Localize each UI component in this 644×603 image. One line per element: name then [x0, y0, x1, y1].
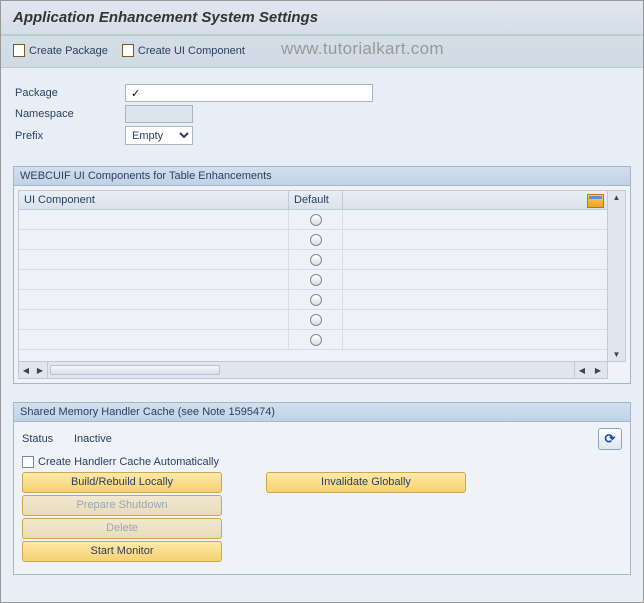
- table-panel-title: WEBCUIF UI Components for Table Enhancem…: [14, 167, 630, 186]
- scroll-up-icon[interactable]: ▲: [613, 193, 621, 202]
- prepare-shutdown-button: Prepare Shutdown: [22, 495, 222, 516]
- prefix-label: Prefix: [15, 130, 125, 142]
- namespace-input[interactable]: [125, 105, 193, 123]
- cache-panel: Shared Memory Handler Cache (see Note 15…: [13, 402, 631, 575]
- auto-cache-checkbox[interactable]: [22, 456, 34, 468]
- refresh-button[interactable]: ⟳: [598, 428, 622, 450]
- radio-icon[interactable]: [310, 214, 322, 226]
- refresh-icon: ⟳: [605, 431, 616, 447]
- scroll-down-icon[interactable]: ▼: [613, 350, 621, 359]
- table-row[interactable]: [19, 330, 607, 350]
- check-icon: ✓: [131, 87, 140, 100]
- delete-button: Delete: [22, 518, 222, 539]
- header: Application Enhancement System Settings: [1, 1, 643, 36]
- form-section: Package ✓ Namespace Prefix Empty: [1, 68, 643, 156]
- auto-cache-label: Create Handlerr Cache Automatically: [38, 456, 219, 468]
- package-input[interactable]: ✓: [125, 84, 373, 102]
- radio-icon[interactable]: [310, 294, 322, 306]
- horizontal-scrollbar[interactable]: ◀ ▶ ◀ ▶: [18, 362, 608, 379]
- col-default[interactable]: Default: [289, 191, 343, 209]
- scroll-left-icon[interactable]: ◀: [575, 362, 589, 378]
- create-package-label: Create Package: [29, 45, 108, 57]
- radio-icon[interactable]: [310, 254, 322, 266]
- scroll-left-icon[interactable]: ◀: [19, 362, 33, 378]
- create-package-button[interactable]: Create Package: [13, 44, 108, 57]
- table-panel: WEBCUIF UI Components for Table Enhancem…: [13, 166, 631, 384]
- table-row[interactable]: [19, 270, 607, 290]
- status-value: Inactive: [74, 433, 112, 445]
- scroll-right-icon[interactable]: ▶: [33, 362, 47, 378]
- col-ui-component[interactable]: UI Component: [19, 191, 289, 209]
- toolbar: Create Package Create UI Component: [1, 36, 643, 68]
- radio-icon[interactable]: [310, 334, 322, 346]
- document-icon: [122, 44, 134, 57]
- table-config-icon[interactable]: [587, 194, 604, 208]
- create-ui-component-button[interactable]: Create UI Component: [122, 44, 245, 57]
- document-icon: [13, 44, 25, 57]
- table-row[interactable]: [19, 250, 607, 270]
- scroll-right-icon[interactable]: ▶: [591, 362, 605, 378]
- start-monitor-button[interactable]: Start Monitor: [22, 541, 222, 562]
- table-row[interactable]: [19, 290, 607, 310]
- status-label: Status: [22, 433, 74, 445]
- namespace-label: Namespace: [15, 108, 125, 120]
- page-title: Application Enhancement System Settings: [13, 9, 631, 26]
- radio-icon[interactable]: [310, 314, 322, 326]
- vertical-scrollbar[interactable]: ▲ ▼: [608, 190, 626, 362]
- radio-icon[interactable]: [310, 274, 322, 286]
- table-row[interactable]: [19, 210, 607, 230]
- invalidate-globally-button[interactable]: Invalidate Globally: [266, 472, 466, 493]
- table-row[interactable]: [19, 230, 607, 250]
- scroll-thumb[interactable]: [50, 365, 220, 375]
- table-row[interactable]: [19, 310, 607, 330]
- prefix-select[interactable]: Empty: [125, 126, 193, 145]
- table: UI Component Default: [18, 190, 608, 362]
- build-rebuild-button[interactable]: Build/Rebuild Locally: [22, 472, 222, 493]
- package-label: Package: [15, 87, 125, 99]
- radio-icon[interactable]: [310, 234, 322, 246]
- create-ui-component-label: Create UI Component: [138, 45, 245, 57]
- cache-panel-title: Shared Memory Handler Cache (see Note 15…: [14, 403, 630, 422]
